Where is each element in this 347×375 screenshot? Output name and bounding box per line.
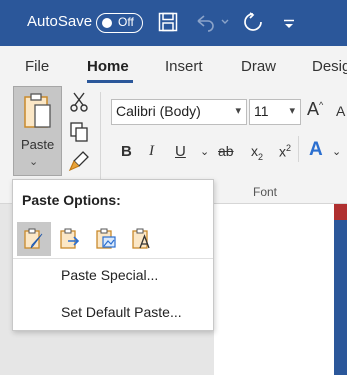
save-icon[interactable] — [158, 12, 178, 37]
font-size-value: 11 — [254, 103, 269, 119]
tab-draw[interactable]: Draw — [241, 58, 276, 75]
clipboard-icon — [23, 93, 53, 136]
paste-option-keep-text-only[interactable] — [125, 222, 159, 256]
menu-separator — [13, 258, 213, 259]
tab-home[interactable]: Home — [87, 58, 129, 75]
italic-icon[interactable]: I — [149, 143, 154, 160]
picture-icon — [96, 228, 116, 249]
chevron-down-icon: ▾ — [289, 105, 295, 117]
title-bar: AutoSave Off — [0, 0, 347, 46]
paste-option-merge-formatting[interactable] — [53, 222, 87, 256]
shrink-font-icon[interactable]: A — [336, 103, 345, 119]
subscript-icon[interactable]: x2 — [251, 143, 263, 162]
bold-icon[interactable]: B — [121, 143, 132, 160]
paste-button[interactable]: Paste ⌄ — [13, 86, 62, 176]
ribbon-separator — [298, 136, 299, 162]
strikethrough-icon[interactable]: ab — [218, 143, 234, 159]
text-effects-icon[interactable]: A — [309, 139, 323, 161]
paste-option-keep-source[interactable] — [17, 222, 51, 256]
font-size-dropdown[interactable]: 11 ▾ — [249, 99, 301, 125]
ribbon-tab-row: File Home Insert Draw Desig — [0, 46, 347, 86]
customize-toolbar-icon[interactable] — [283, 16, 295, 34]
format-painter-icon[interactable] — [68, 150, 90, 177]
active-tab-indicator — [87, 80, 133, 83]
autosave-state: Off — [118, 15, 134, 29]
ribbon-separator — [100, 92, 101, 192]
font-name-value: Calibri (Body) — [116, 103, 201, 119]
chevron-down-icon[interactable]: ⌄ — [332, 145, 341, 158]
tab-design[interactable]: Desig — [312, 58, 347, 75]
chevron-down-icon: ▾ — [235, 105, 241, 117]
grow-font-icon[interactable]: A^ — [307, 99, 323, 120]
cut-icon[interactable] — [70, 92, 88, 117]
paste-options-heading: Paste Options: — [22, 192, 121, 208]
document-page[interactable] — [214, 204, 334, 375]
underline-icon[interactable]: U — [175, 143, 186, 160]
toggle-knob — [102, 18, 112, 28]
page-marker — [334, 204, 347, 220]
chevron-down-icon: ⌄ — [29, 156, 39, 168]
tab-insert[interactable]: Insert — [165, 58, 203, 75]
copy-icon[interactable] — [70, 122, 88, 147]
keep-text-only-icon — [132, 228, 150, 249]
superscript-icon[interactable]: x2 — [279, 143, 291, 160]
paste-special-item[interactable]: Paste Special... — [61, 267, 158, 283]
font-name-dropdown[interactable]: Calibri (Body) ▾ — [111, 99, 247, 125]
redo-icon[interactable] — [242, 12, 264, 39]
font-group-label: Font — [253, 185, 278, 199]
set-default-paste-item[interactable]: Set Default Paste... — [61, 304, 182, 320]
autosave-label: AutoSave — [27, 13, 93, 30]
keep-source-formatting-icon — [24, 228, 43, 249]
paste-options-menu: Paste Options: Paste Special... Set Defa… — [12, 179, 214, 331]
chevron-down-icon[interactable]: ⌄ — [200, 145, 209, 158]
undo-icon[interactable] — [194, 12, 232, 37]
paste-label: Paste — [21, 137, 55, 152]
merge-formatting-icon — [60, 228, 80, 249]
autosave-toggle[interactable]: Off — [96, 13, 143, 33]
page-edge — [334, 204, 347, 375]
paste-option-picture[interactable] — [89, 222, 123, 256]
tab-file[interactable]: File — [25, 58, 49, 75]
